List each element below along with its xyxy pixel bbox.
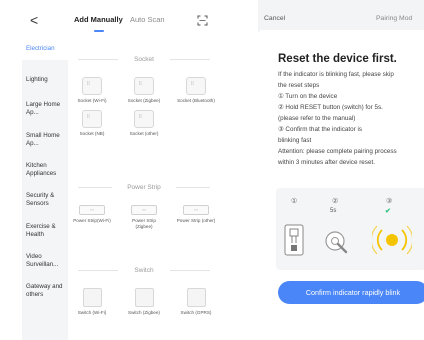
device-switch-gprs[interactable]: Switch (GPRS): [176, 288, 216, 316]
device-label: Switch (Wi-Fi): [77, 310, 107, 315]
hold-duration-label: 5s: [330, 208, 337, 214]
sidebar-item-kitchen-appliances[interactable]: Kitchen Appliances: [26, 162, 66, 177]
active-tab-indicator: [94, 30, 104, 32]
attention-note: Attention: please complete pairing proce…: [278, 148, 397, 155]
power-strip-icon: ▫▫▫: [183, 205, 209, 215]
device-socket-zigbee[interactable]: ⁞⁞ Socket (Zigbee): [124, 77, 164, 104]
device-switch-zigbee[interactable]: Switch (Zigbee): [124, 288, 164, 316]
back-button[interactable]: <: [30, 12, 38, 28]
step-number: ①: [291, 198, 298, 205]
device-socket-other[interactable]: ⁞⁞ Socket (other): [124, 110, 164, 137]
device-power-strip-zigbee[interactable]: ▫▫▫ Power Strip (Zigbee): [124, 201, 164, 229]
device-socket-wifi[interactable]: ⁞⁞ Socket (Wi-Fi): [72, 77, 112, 104]
blinking-indicator-icon: [372, 225, 412, 255]
device-label: Power Strip(Wi-Fi): [73, 218, 111, 223]
device-power-strip-wifi[interactable]: ▫▫▫ Power Strip(Wi-Fi): [72, 201, 112, 224]
device-label: Socket (Wi-Fi): [77, 98, 107, 103]
device-socket-bluetooth[interactable]: ⁞⁞ Socket (Bluetooth): [176, 77, 216, 104]
cancel-button[interactable]: Cancel: [264, 15, 285, 22]
sidebar-item-exercise-health[interactable]: Exercise & Health: [26, 223, 66, 238]
switch-icon: [134, 288, 154, 307]
device-label: Power Strip (other): [176, 218, 216, 223]
device-catalog: Socket ⁞⁞ Socket (Wi-Fi) ⁞⁞ Socket (Zigb…: [70, 38, 218, 340]
divider: [176, 187, 210, 188]
add-device-screen: < Add Manually Auto Scan Electrician Lig…: [22, 0, 218, 340]
device-socket-nb[interactable]: ⁞⁞ Socket (NB): [72, 110, 112, 137]
reset-device-screen: Cancel Pairing Mod Reset the device firs…: [258, 0, 424, 340]
device-power-strip-other[interactable]: ▫▫▫ Power Strip (other): [176, 201, 216, 224]
instruction-line: blinking fast: [278, 137, 312, 144]
sidebar-item-small-home-appliances[interactable]: Small Home Ap...: [26, 132, 66, 147]
sidebar-item-video-surveillance[interactable]: Video Surveillan...: [26, 253, 66, 268]
sidebar-item-security-sensors[interactable]: Security & Sensors: [26, 192, 66, 207]
device-label: Switch (GPRS): [180, 310, 212, 315]
step-number: ③: [386, 198, 393, 205]
switch-icon: [82, 288, 102, 307]
instruction-line: (please refer to the manual): [278, 115, 356, 122]
device-label: Socket (other): [129, 131, 159, 136]
instruction-line: If the indicator is blinking fast, pleas…: [278, 71, 394, 78]
device-switch-wifi[interactable]: Switch (Wi-Fi): [72, 288, 112, 316]
device-label: Switch (Zigbee): [128, 310, 160, 315]
power-strip-icon: ▫▫▫: [131, 205, 157, 215]
attention-note: within 3 minutes after device reset.: [278, 159, 375, 166]
plug-icon: [284, 224, 304, 256]
top-bar: < Add Manually Auto Scan: [22, 10, 218, 32]
power-strip-icon: ▫▫▫: [79, 205, 105, 215]
instruction-line: the reset steps: [278, 82, 320, 89]
sidebar-item-gateway-others[interactable]: Gateway and others: [26, 283, 66, 298]
pairing-mode-button[interactable]: Pairing Mod: [376, 15, 412, 22]
sidebar-item-large-home-appliances[interactable]: Large Home Ap...: [26, 101, 66, 116]
divider: [170, 59, 210, 60]
device-label: Socket (NB): [79, 131, 105, 136]
socket-icon: ⁞⁞: [82, 77, 102, 95]
instruction-line: ① Turn on the device: [278, 93, 338, 100]
check-icon: ✔: [385, 208, 391, 215]
press-button-icon: [325, 231, 348, 254]
tab-auto-scan[interactable]: Auto Scan: [130, 15, 165, 24]
instruction-line: ③ Confirm that the indicator is: [278, 126, 363, 133]
page-title: Reset the device first.: [278, 53, 397, 65]
device-label: Power Strip (Zigbee): [132, 218, 156, 229]
sidebar-item-lighting[interactable]: Lighting: [26, 76, 66, 84]
device-label: Socket (Zigbee): [127, 98, 161, 103]
instruction-line: ② Hold RESET button (switch) for 5s.: [278, 104, 383, 111]
top-bar: Cancel Pairing Mod: [258, 0, 424, 32]
socket-icon: ⁞⁞: [82, 110, 102, 128]
steps-illustration: ① ② ③ 5s ✔: [276, 188, 424, 270]
socket-icon: ⁞⁞: [134, 77, 154, 95]
category-sidebar: Electrician Lighting Large Home Ap... Sm…: [22, 38, 68, 340]
confirm-indicator-button[interactable]: Confirm indicator rapidly blink: [278, 281, 424, 304]
tab-add-manually[interactable]: Add Manually: [74, 15, 123, 24]
sidebar-item-electrician[interactable]: Electrician: [26, 45, 66, 53]
switch-icon: [186, 288, 206, 307]
socket-icon: ⁞⁞: [134, 110, 154, 128]
scan-icon[interactable]: [197, 15, 208, 26]
step-number: ②: [332, 198, 339, 205]
divider: [170, 270, 210, 271]
device-label: Socket (Bluetooth): [177, 98, 215, 103]
socket-icon: ⁞⁞: [186, 77, 206, 95]
